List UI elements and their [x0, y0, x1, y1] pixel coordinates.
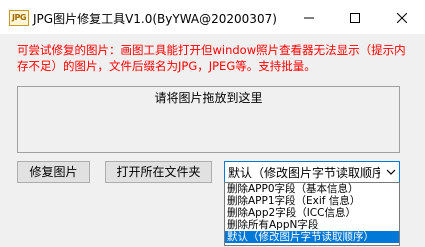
- maximize-button[interactable]: [332, 0, 378, 34]
- hint-text: 可尝试修复的图片：画图工具能打开但window照片查看器无法显示（提示内存不足）…: [17, 43, 406, 73]
- mode-dropdown-list: 删除APP0字段（基本信息） 删除APP1字段（Exif 信息） 删除App2字…: [224, 182, 400, 246]
- mode-option-delete-app1[interactable]: 删除APP1字段（Exif 信息）: [225, 195, 399, 207]
- drop-zone[interactable]: 请将图片拖放到这里: [17, 86, 400, 153]
- chevron-down-icon: [386, 169, 396, 175]
- mode-option-delete-app0[interactable]: 删除APP0字段（基本信息）: [225, 183, 399, 195]
- minimize-button[interactable]: [286, 0, 332, 34]
- drop-zone-label: 请将图片拖放到这里: [154, 91, 263, 105]
- mode-option-delete-all-appn[interactable]: 删除所有AppN字段: [225, 219, 399, 231]
- mode-select-value: 默认（修改图片字节读取顺序: [228, 166, 380, 180]
- close-icon: [396, 12, 408, 23]
- mode-option-delete-app2[interactable]: 删除App2字段（ICC信息）: [225, 207, 399, 219]
- repair-button[interactable]: 修复图片: [17, 161, 90, 183]
- minimize-icon: [304, 17, 314, 18]
- title-bar: JPG JPG图片修复工具V1.0(ByYWA@20200307): [0, 0, 425, 34]
- close-button[interactable]: [379, 0, 425, 34]
- mode-option-default[interactable]: 默认（修改图片字节读取顺序）: [225, 231, 399, 243]
- maximize-icon: [350, 12, 360, 23]
- mode-select[interactable]: 默认（修改图片字节读取顺序: [224, 161, 400, 183]
- open-folder-button[interactable]: 打开所在文件夹: [105, 161, 212, 183]
- window-title: JPG图片修复工具V1.0(ByYWA@20200307): [33, 12, 277, 26]
- app-icon: JPG: [9, 10, 29, 26]
